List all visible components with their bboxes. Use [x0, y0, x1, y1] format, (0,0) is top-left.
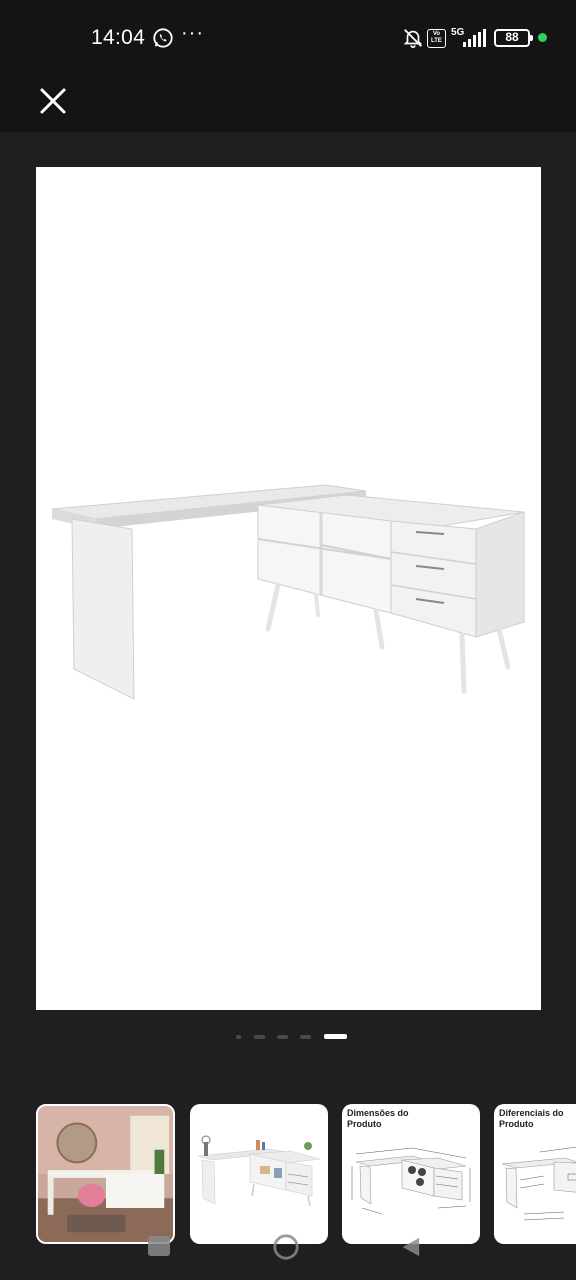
desk-props-image [197, 1135, 321, 1207]
thumb-features[interactable]: Diferenciais do Produto [494, 1104, 576, 1244]
thumb-dimensions[interactable]: Dimensões do Produto [342, 1104, 480, 1244]
pager-dot[interactable] [236, 1035, 241, 1039]
battery-tip [530, 35, 533, 41]
system-nav-bar [0, 1232, 576, 1262]
battery-level: 88 [505, 30, 519, 44]
pager-dot[interactable] [300, 1035, 311, 1039]
overflow-dots: ··· [181, 22, 204, 44]
gallery-pager [0, 1033, 576, 1041]
home-button[interactable] [272, 1233, 300, 1261]
room-scene-image [38, 1106, 173, 1242]
thumb-dimensions-title: Dimensões do Produto [347, 1108, 409, 1129]
thumb-desk-props[interactable] [190, 1104, 328, 1244]
pager-dot-active[interactable] [324, 1034, 347, 1039]
pager-dot[interactable] [277, 1035, 288, 1039]
signal-icon [463, 29, 486, 47]
thumb-features-title: Diferenciais do Produto [499, 1108, 564, 1129]
whatsapp-icon [153, 28, 173, 48]
battery-icon: 88 [494, 29, 533, 47]
recents-button[interactable] [148, 1236, 170, 1256]
desk-illustration [51, 484, 525, 700]
back-button[interactable] [398, 1236, 422, 1258]
main-product-image[interactable] [36, 167, 541, 1010]
status-bar [0, 0, 576, 76]
thumb-room-scene[interactable] [36, 1104, 175, 1244]
mute-icon [403, 29, 423, 48]
charging-indicator [538, 33, 547, 42]
viewer-top-bar [0, 76, 576, 132]
close-icon[interactable] [34, 82, 72, 120]
status-time: 14:04 [91, 26, 146, 49]
volte-badge: Vo LTE [427, 29, 446, 48]
pager-dot[interactable] [254, 1035, 265, 1039]
thumbnail-strip: Dimensões do Produto Diferenciais do Pro… [0, 1104, 576, 1246]
